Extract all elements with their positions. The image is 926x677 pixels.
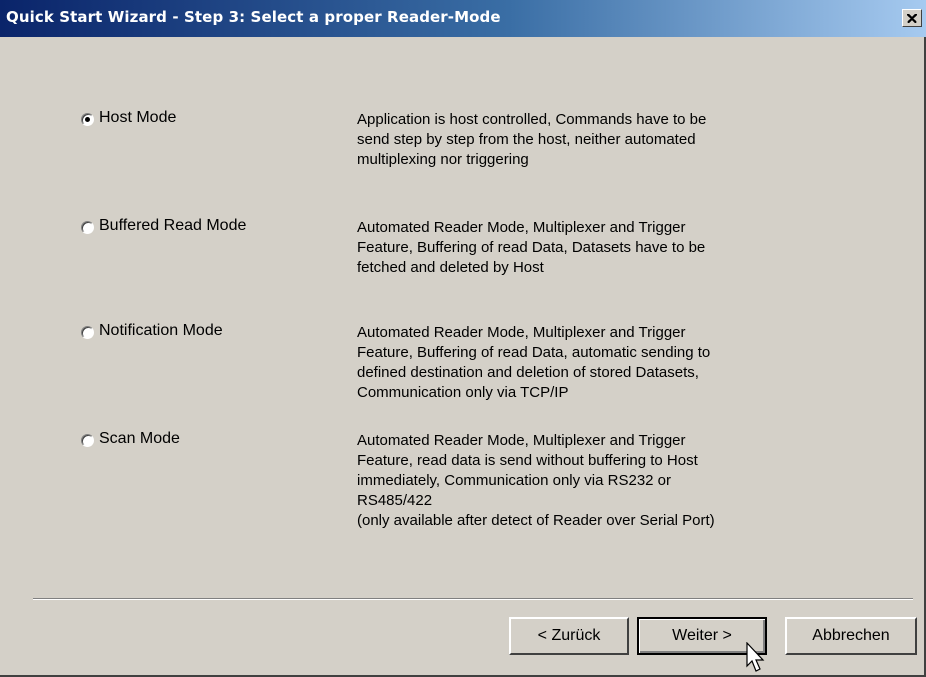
mode-description-notification: Automated Reader Mode, Multiplexer and T… [357,323,817,403]
description-line: Automated Reader Mode, Multiplexer and T… [357,324,686,341]
radio-buffered-read-mode[interactable] [81,221,94,234]
description-line: send step by step from the host, neither… [357,131,696,148]
mode-description-scan: Automated Reader Mode, Multiplexer and T… [357,431,817,531]
description-line: multiplexing nor triggering [357,151,529,168]
description-line: fetched and deleted by Host [357,259,544,276]
mode-label-buffered-read[interactable]: Buffered Read Mode [99,217,246,235]
back-button[interactable]: < Zurück [509,617,629,655]
footer-separator [33,598,913,600]
mode-description-host: Application is host controlled, Commands… [357,110,817,170]
mode-label-notification[interactable]: Notification Mode [99,322,223,340]
title-bar: Quick Start Wizard - Step 3: Select a pr… [0,0,926,37]
description-line: (only available after detect of Reader o… [357,512,715,529]
cancel-button[interactable]: Abbrechen [785,617,917,655]
mode-label-scan[interactable]: Scan Mode [99,430,180,448]
radio-scan-mode[interactable] [81,434,94,447]
description-line: Communication only via TCP/IP [357,384,569,401]
description-line: defined destination and deletion of stor… [357,364,699,381]
description-line: Application is host controlled, Commands… [357,111,707,128]
mouse-pointer-icon [746,642,765,672]
close-icon [907,13,917,23]
radio-host-mode[interactable] [81,113,94,126]
wizard-dialog: Quick Start Wizard - Step 3: Select a pr… [0,0,926,677]
description-line: immediately, Communication only via RS23… [357,472,672,489]
description-line: RS485/422 [357,492,433,509]
description-line: Feature, Buffering of read Data, Dataset… [357,239,706,256]
description-line: Automated Reader Mode, Multiplexer and T… [357,219,686,236]
mode-description-buffered-read: Automated Reader Mode, Multiplexer and T… [357,218,817,278]
description-line: Feature, Buffering of read Data, automat… [357,344,711,361]
radio-notification-mode[interactable] [81,326,94,339]
description-line: Automated Reader Mode, Multiplexer and T… [357,432,686,449]
close-button[interactable] [902,9,922,27]
mode-label-host[interactable]: Host Mode [99,109,176,127]
description-line: Feature, read data is send without buffe… [357,452,698,469]
window-title: Quick Start Wizard - Step 3: Select a pr… [6,8,501,26]
